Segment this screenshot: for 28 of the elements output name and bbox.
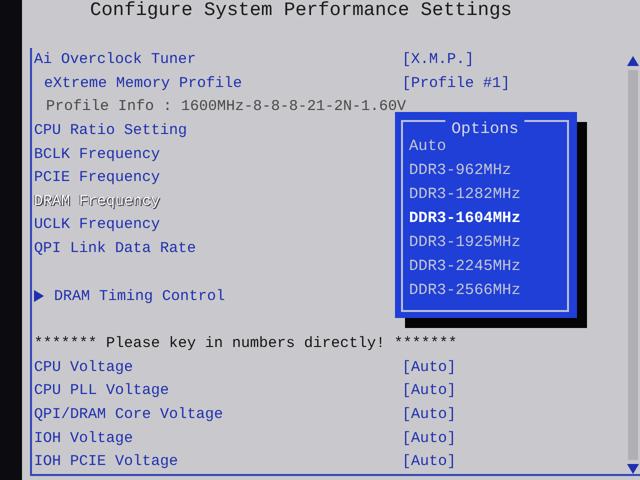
- setting-label[interactable]: CPU PLL Voltage: [34, 382, 402, 400]
- option-item[interactable]: DDR3-962MHz: [409, 158, 521, 182]
- scroll-track[interactable]: [628, 70, 638, 460]
- setting-label[interactable]: IOH Voltage: [34, 430, 402, 447]
- setting-value[interactable]: [X.M.P.]: [402, 51, 474, 68]
- setting-value[interactable]: [Auto]: [402, 453, 456, 470]
- setting-label[interactable]: QPI/DRAM Core Voltage: [34, 406, 402, 424]
- setting-label[interactable]: Ai Overclock Tuner: [34, 51, 402, 68]
- submenu-arrow-icon: [34, 290, 44, 302]
- setting-value[interactable]: [Profile #1]: [402, 74, 510, 92]
- option-item[interactable]: DDR3-1604MHz: [409, 206, 521, 230]
- scroll-down-icon[interactable]: [627, 464, 639, 474]
- setting-value[interactable]: [Auto]: [402, 430, 456, 447]
- note-text: ******* Please key in numbers directly! *******: [34, 335, 458, 352]
- setting-value[interactable]: [Auto]: [402, 358, 456, 376]
- option-item[interactable]: DDR3-2245MHz: [409, 254, 521, 278]
- setting-value[interactable]: [Auto]: [402, 382, 456, 400]
- scroll-up-icon[interactable]: [627, 56, 639, 66]
- option-item[interactable]: DDR3-2566MHz: [409, 278, 521, 302]
- setting-label[interactable]: CPU Voltage: [34, 358, 402, 376]
- option-item[interactable]: DDR3-1282MHz: [409, 182, 521, 206]
- profile-info: Profile Info : 1600MHz-8-8-8-21-2N-1.60V: [45, 98, 406, 116]
- screen-title: Configure System Performance Settings: [89, 0, 513, 20]
- option-item[interactable]: DDR3-1925MHz: [409, 230, 521, 254]
- setting-label[interactable]: eXtreme Memory Profile: [34, 74, 402, 92]
- setting-value[interactable]: [Auto]: [402, 406, 456, 424]
- setting-label[interactable]: IOH PCIE Voltage: [34, 453, 402, 470]
- popup-title: Options: [445, 120, 525, 138]
